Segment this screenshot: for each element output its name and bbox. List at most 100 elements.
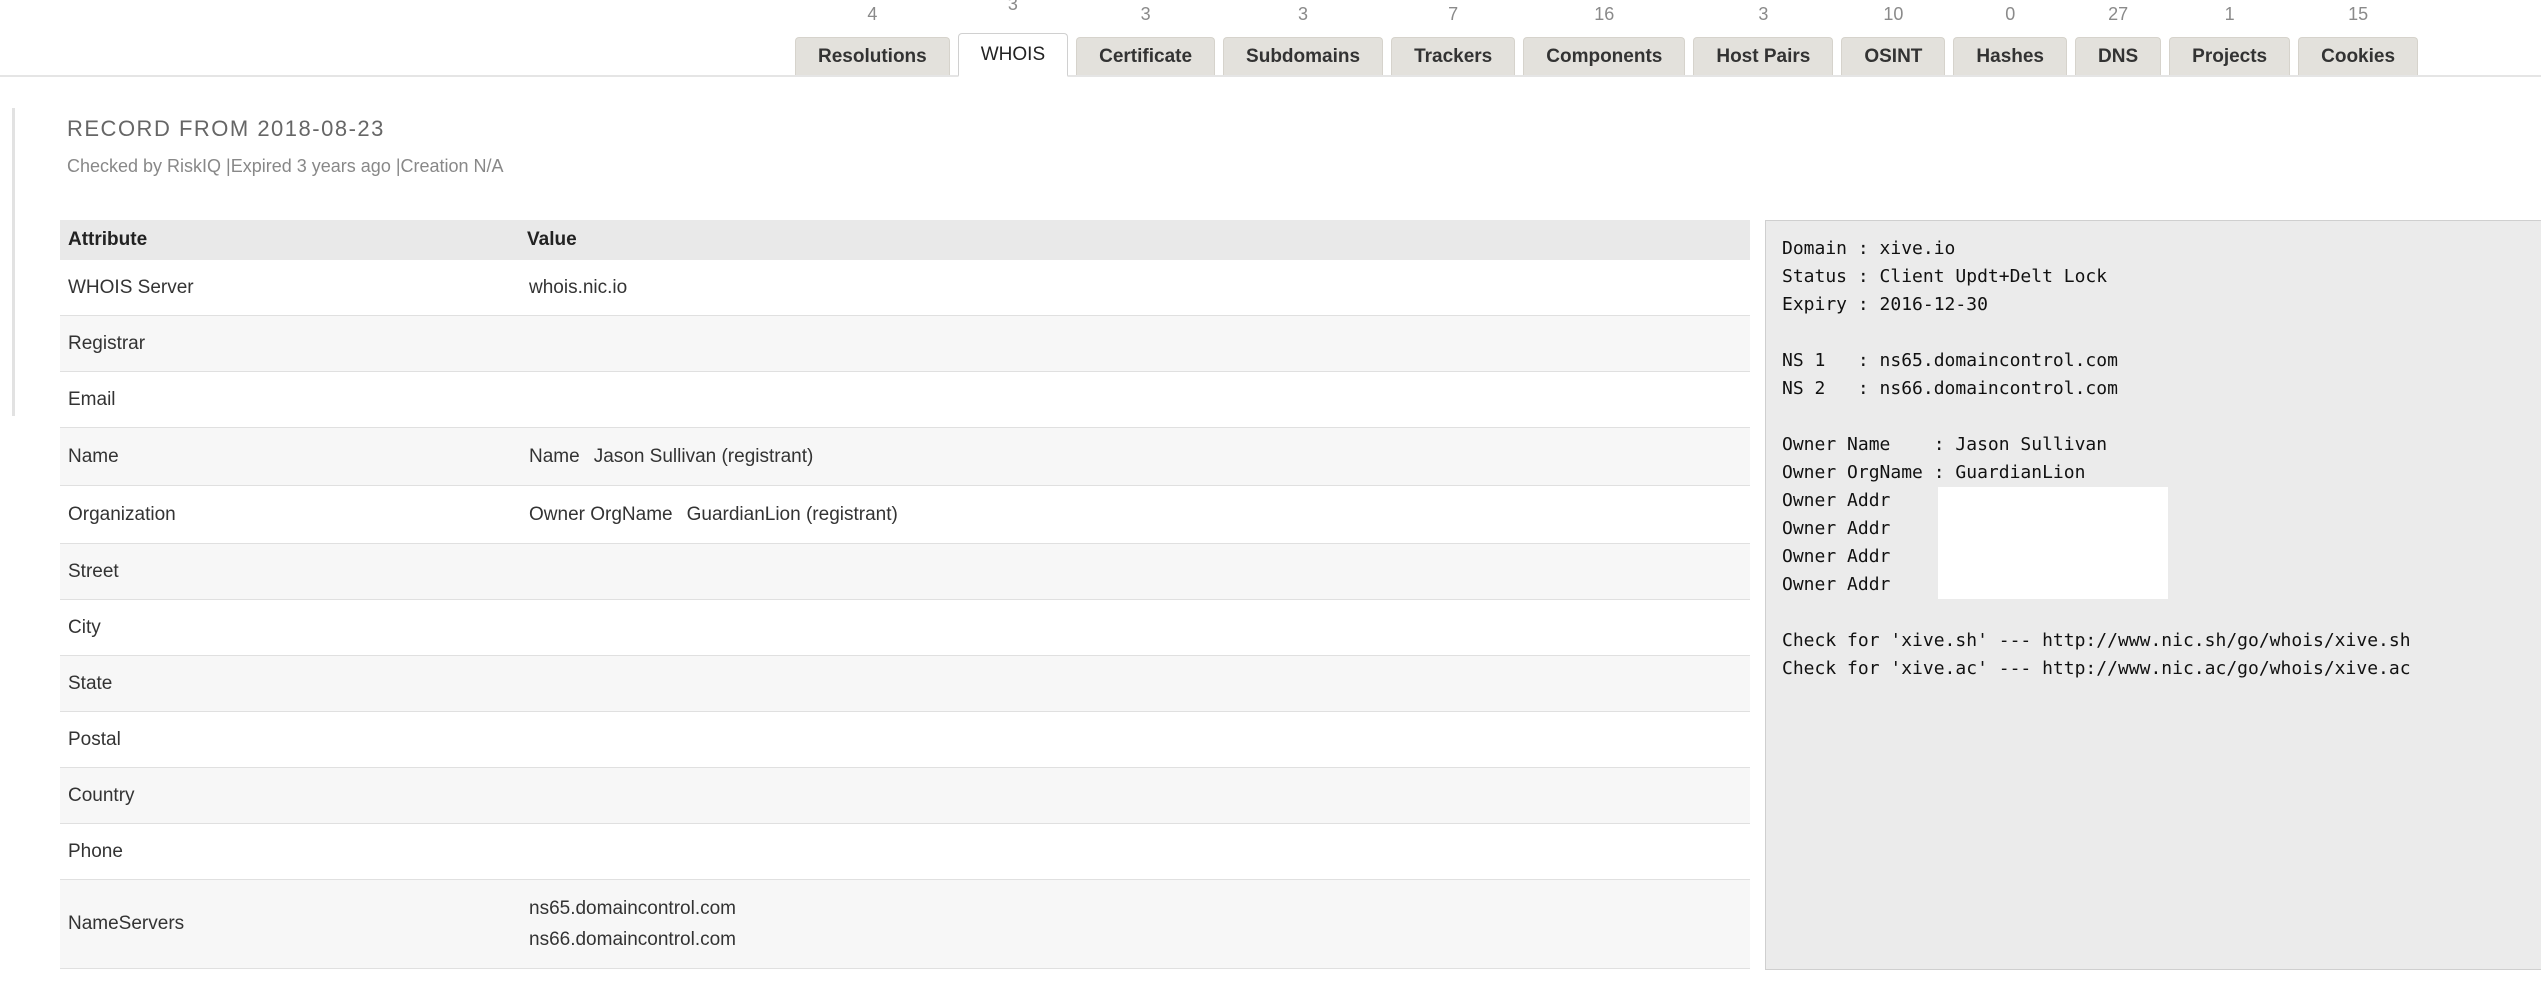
nameserver-value: ns66.domaincontrol.com [529,929,736,950]
table-row-registrar: Registrar [60,315,1750,372]
value-cell [519,655,1750,712]
attribute-cell: Country [60,767,519,824]
value-cell [519,315,1750,372]
tab-label: OSINT [1864,45,1923,67]
value-cell [519,767,1750,824]
column-header-value: Value [519,220,1750,260]
attribute-cell: State [60,655,519,712]
tab-label: Projects [2192,45,2268,67]
tab-label: Hashes [1976,45,2045,67]
attribute-cell: NameServers [60,879,519,969]
registrant-value: Jason Sullivan (registrant) [593,445,814,467]
value-cell [519,599,1750,656]
tab-subdomains[interactable]: 3 Subdomains [1223,4,1384,75]
raw-whois-panel: Domain : xive.io Status : Client Updt+De… [1765,220,2541,970]
attribute-cell: Email [60,371,519,428]
table-row-city: City [60,599,1750,656]
tab-label: Components [1546,45,1663,67]
tabs: 4 Resolutions 3 WHOIS 3 Certificate 3 Su… [795,0,2419,77]
tab-label: Subdomains [1246,45,1361,67]
tab-host-pairs[interactable]: 3 Host Pairs [1693,4,1834,75]
tab-count: 4 [867,4,878,24]
tab-osint[interactable]: 10 OSINT [1841,4,1946,75]
whois-attribute-table: Attribute Value WHOIS Server whois.nic.i… [60,220,1750,969]
tab-hashes[interactable]: 0 Hashes [1953,4,2068,75]
raw-whois-line: Check for 'xive.sh' --- http://www.nic.s… [1782,630,2411,651]
section-accent-rule [12,108,15,416]
tab-label: Certificate [1099,45,1193,67]
tab-label: Cookies [2321,45,2396,67]
column-header-attribute: Attribute [60,220,519,260]
nameserver-value: ns65.domaincontrol.com [529,898,736,919]
table-header-row: Attribute Value [60,220,1750,260]
tab-count: 27 [2108,4,2129,24]
record-meta: Checked by RiskIQ |Expired 3 years ago |… [67,156,504,176]
registrant-value: GuardianLion (registrant) [686,503,898,525]
raw-whois-line: Domain : xive.io [1782,238,1956,259]
value-cell: whois.nic.io [519,260,1750,316]
value-cell: Name Jason Sullivan (registrant) [519,427,1750,486]
table-row-country: Country [60,767,1750,824]
table-row-postal: Postal [60,711,1750,768]
tab-bar: 4 Resolutions 3 WHOIS 3 Certificate 3 Su… [0,0,2541,77]
tab-count: 1 [2224,4,2235,24]
value-label: Name [529,445,580,467]
table-row-street: Street [60,543,1750,600]
value-cell [519,543,1750,600]
table-row-email: Email [60,371,1750,428]
tab-whois[interactable]: 3 WHOIS [957,0,1069,77]
raw-whois-blank-line [1782,599,2538,627]
tab-label: DNS [2098,45,2139,67]
raw-whois-blank-line [1782,403,2538,431]
raw-whois-line: Expiry : 2016-12-30 [1782,294,1988,315]
tab-label: WHOIS [980,43,1046,65]
tab-projects[interactable]: 1 Projects [2169,4,2291,75]
page-root: 4 Resolutions 3 WHOIS 3 Certificate 3 Su… [0,0,2541,992]
attribute-cell: City [60,599,519,656]
raw-whois-line: Owner Name : Jason Sullivan [1782,434,2108,455]
tab-cookies[interactable]: 15 Cookies [2298,4,2419,75]
raw-whois-blank-line [1782,319,2538,347]
attribute-cell: Registrar [60,315,519,372]
table-row-state: State [60,655,1750,712]
tab-label: Resolutions [818,45,927,67]
record-title: RECORD FROM 2018-08-23 [67,116,385,141]
value-cell [519,711,1750,768]
attribute-cell: Street [60,543,519,600]
tab-count: 16 [1594,4,1615,24]
attribute-cell: Phone [60,823,519,880]
value-cell [519,371,1750,428]
raw-whois-line: Status : Client Updt+Delt Lock [1782,266,2108,287]
table-row-organization: Organization Owner OrgName GuardianLion (… [60,485,1750,544]
table-row-phone: Phone [60,823,1750,880]
tab-count: 15 [2348,4,2369,24]
tab-components[interactable]: 16 Components [1523,4,1686,75]
tab-resolutions[interactable]: 4 Resolutions [795,4,950,75]
tab-trackers[interactable]: 7 Trackers [1391,4,1516,75]
raw-whois-line: Owner OrgName : GuardianLion [1782,462,2086,483]
attribute-cell: Name [60,427,519,486]
tab-count: 0 [2005,4,2016,24]
tab-dns[interactable]: 27 DNS [2075,4,2162,75]
table-row-whois-server: WHOIS Server whois.nic.io [60,260,1750,316]
raw-whois-line: NS 1 : ns65.domaincontrol.com [1782,350,2118,371]
tab-count: 3 [1298,4,1309,24]
value-cell [519,823,1750,880]
value-cell: Owner OrgName GuardianLion (registrant) [519,485,1750,544]
value-label: Owner OrgName [529,503,673,525]
tab-count: 3 [1007,0,1018,14]
tab-count: 3 [1758,4,1769,24]
attribute-cell: Postal [60,711,519,768]
tab-count: 7 [1448,4,1459,24]
attribute-cell: Organization [60,485,519,544]
table-row-name: Name Name Jason Sullivan (registrant) [60,427,1750,486]
attribute-cell: WHOIS Server [60,260,519,316]
tab-label: Host Pairs [1716,45,1811,67]
raw-whois-line: Check for 'xive.ac' --- http://www.nic.a… [1782,658,2411,679]
raw-whois-line: NS 2 : ns66.domaincontrol.com [1782,378,2118,399]
value-cell: ns65.domaincontrol.com ns66.domaincontro… [519,879,1750,969]
tab-label: Trackers [1414,45,1493,67]
tab-certificate[interactable]: 3 Certificate [1076,4,1216,75]
tab-count: 10 [1883,4,1904,24]
redaction-box [1938,487,2168,599]
